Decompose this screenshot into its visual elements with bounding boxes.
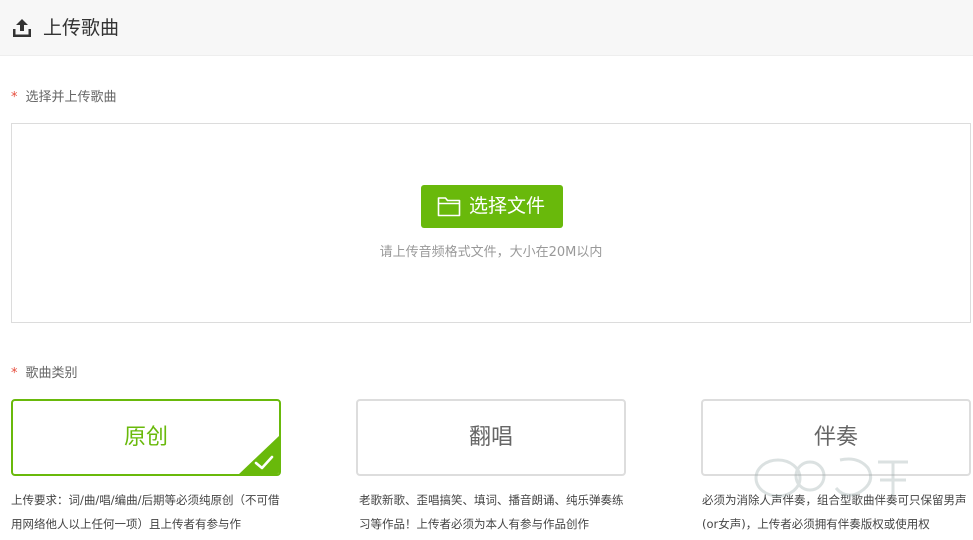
required-mark: * (11, 90, 18, 105)
category-card-label: 翻唱 (468, 425, 513, 450)
upload-hint: 请上传音频格式文件，大小在20M以内 (379, 245, 603, 260)
upload-label-text: 选择并上传歌曲 (25, 90, 117, 105)
file-drop-zone[interactable]: 选择文件 请上传音频格式文件，大小在20M以内 (11, 123, 971, 323)
upload-section-label: * 选择并上传歌曲 (11, 89, 117, 107)
category-card-accompaniment[interactable]: 伴奏 (701, 399, 971, 476)
category-section-label: * 歌曲类别 (11, 365, 78, 383)
choose-file-label: 选择文件 (469, 195, 546, 217)
category-card-original[interactable]: 原创 (11, 399, 281, 476)
folder-icon (437, 197, 461, 217)
page-title: 上传歌曲 (43, 17, 120, 39)
category-card-cover[interactable]: 翻唱 (356, 399, 626, 476)
category-label-text: 歌曲类别 (25, 366, 78, 381)
checkmark-icon (239, 435, 279, 474)
upload-icon (13, 19, 31, 37)
category-card-label: 伴奏 (813, 425, 858, 450)
category-description-cover: 老歌新歌、歪唱搞笑、填词、播音朗诵、纯乐弹奏练习等作品！上传者必须为本人有参与作… (359, 493, 624, 531)
category-description-original: 上传要求：词/曲/唱/编曲/后期等必须纯原创（不可借用网络他人以上任何一项）且上… (11, 493, 280, 531)
required-mark: * (11, 366, 18, 381)
choose-file-button[interactable]: 选择文件 (421, 185, 563, 228)
category-description-accompaniment: 必须为消除人声伴奏，组合型歌曲伴奏可只保留男声(or女声)，上传者必须拥有伴奏版… (702, 493, 967, 531)
page-header: 上传歌曲 (0, 0, 973, 56)
